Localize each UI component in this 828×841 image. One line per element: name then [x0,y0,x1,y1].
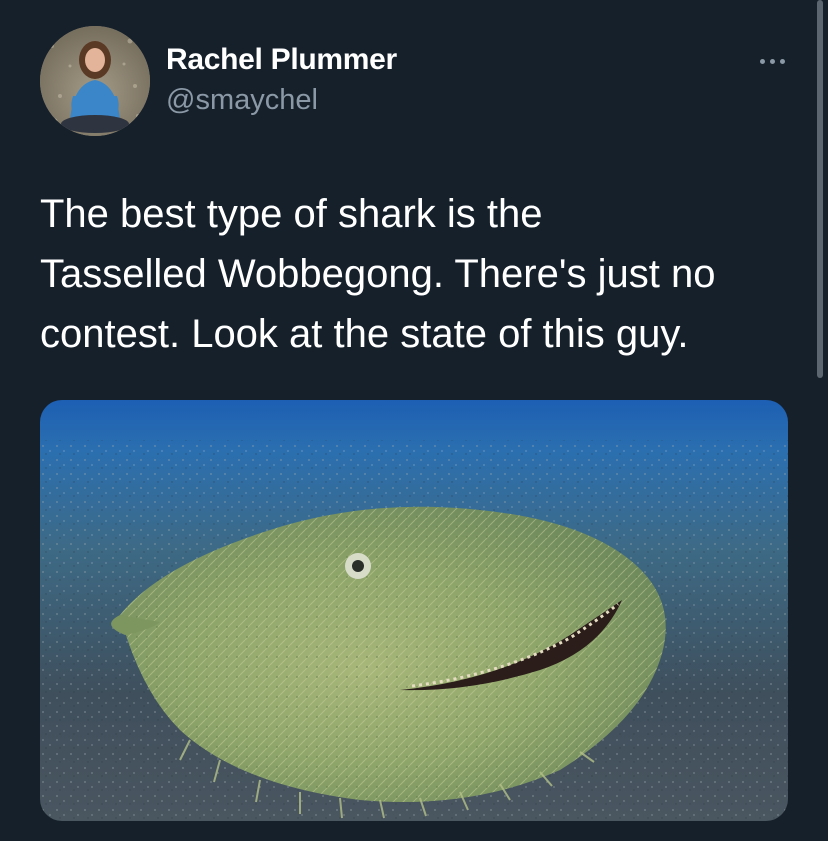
tweet: Rachel Plummer @smaychel The best type o… [0,0,828,841]
more-horizontal-icon [759,58,765,64]
author-avatar[interactable] [40,26,150,136]
more-horizontal-icon-dot [779,58,785,64]
author-name[interactable]: Rachel Plummer [166,43,397,77]
more-options-button[interactable] [746,44,798,78]
more-horizontal-icon-dot [769,58,775,64]
tweet-media-image[interactable] [40,400,788,821]
scrollbar[interactable] [817,0,823,378]
tweet-text: The best type of shark is the Tasselled … [40,192,716,356]
wobbegong-photo [40,400,788,821]
author-handle[interactable]: @smaychel [166,84,318,117]
avatar-photo [40,26,150,136]
